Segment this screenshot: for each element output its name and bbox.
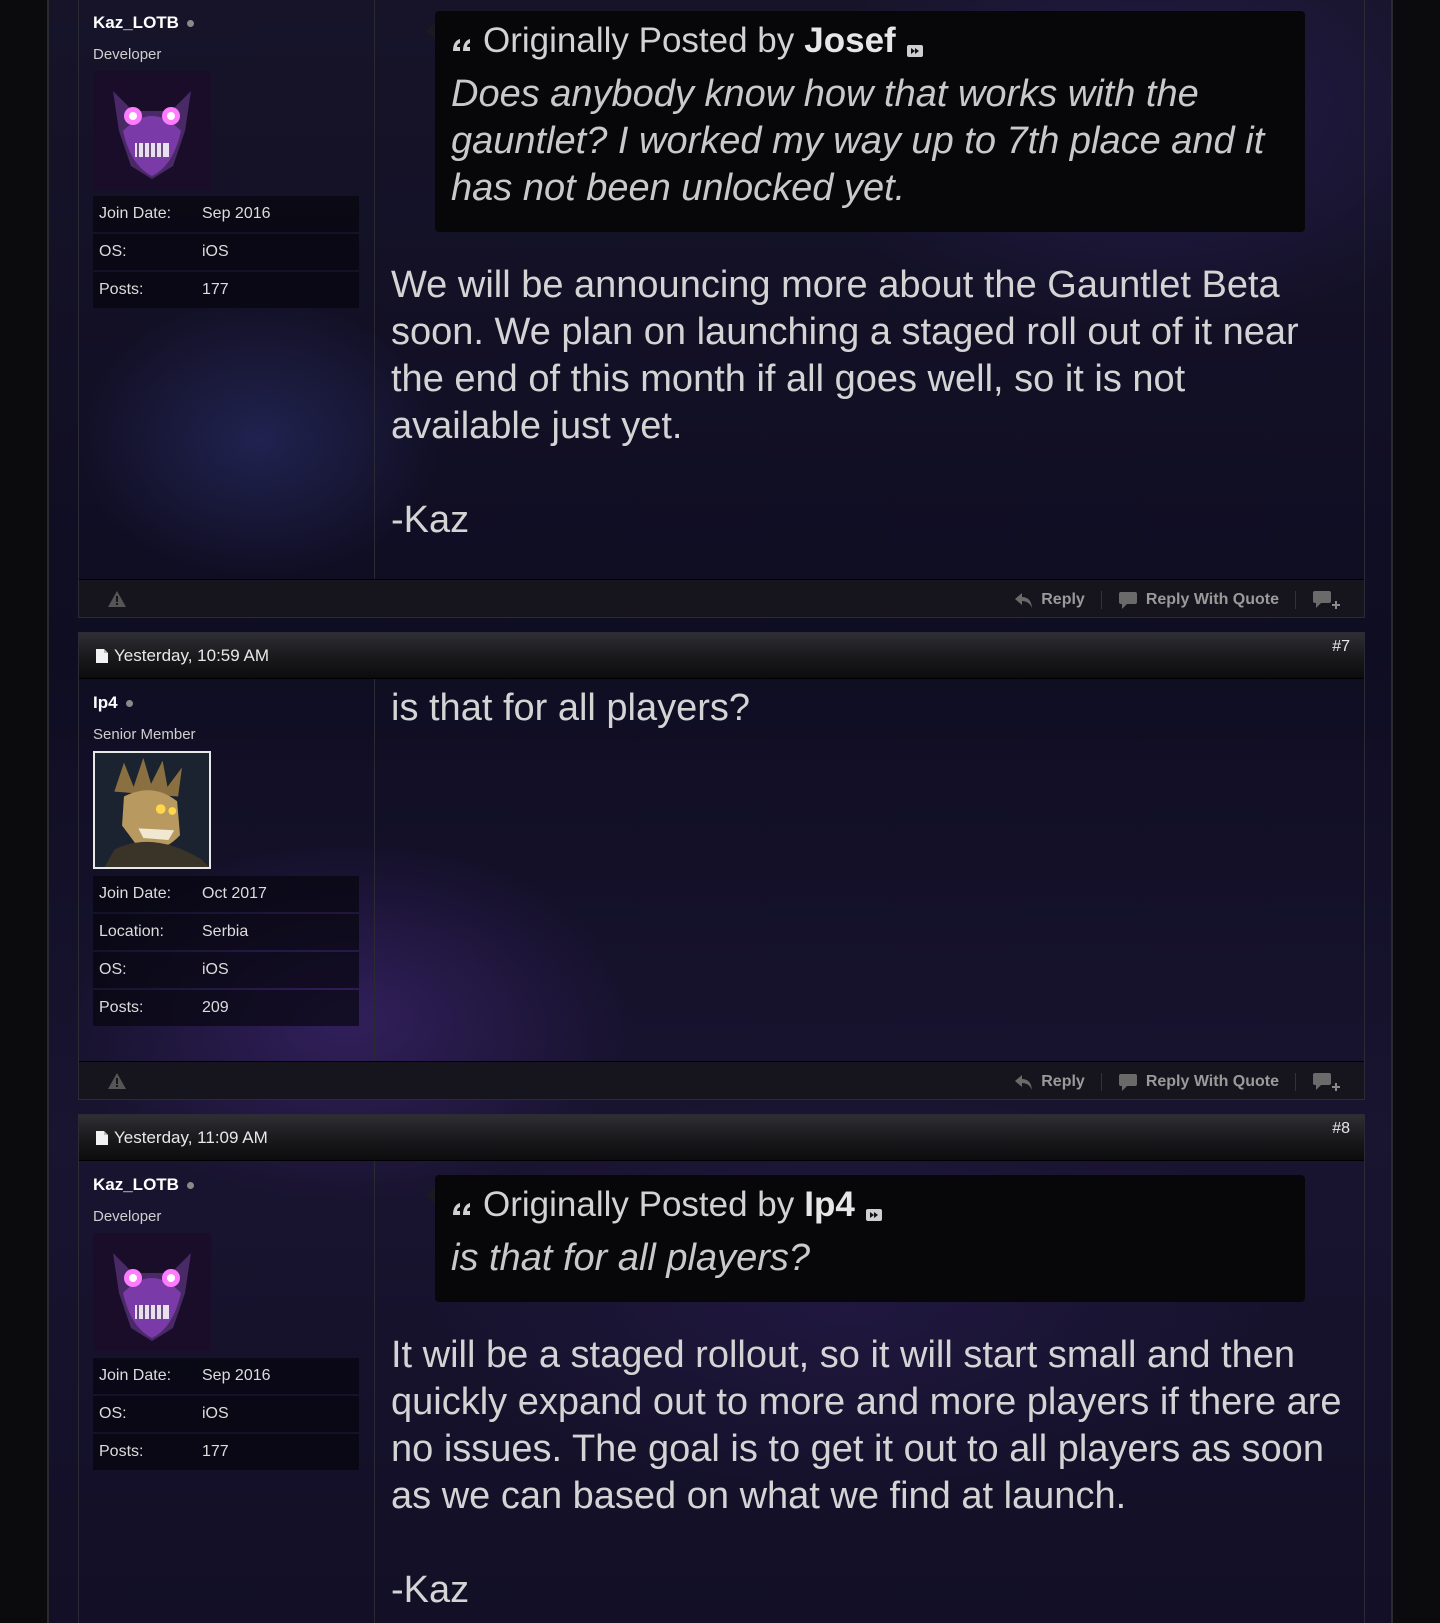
forum-post: Yesterday, 10:59 AM #7 Ip4 Senior Member… bbox=[78, 632, 1365, 1100]
stat-row: OS: iOS bbox=[93, 952, 359, 988]
post-date: Yesterday, 10:59 AM bbox=[95, 646, 269, 666]
user-info-panel: Kaz_LOTB Developer Join Date: Sep 2016 OS… bbox=[79, 0, 375, 579]
multi-quote-icon bbox=[1313, 591, 1340, 609]
post-message: It will be a staged rollout, so it will … bbox=[391, 1334, 1342, 1517]
reply-icon bbox=[1015, 1075, 1033, 1090]
post-footer: Reply Reply With Quote bbox=[79, 1061, 1364, 1099]
online-status-icon bbox=[186, 1181, 194, 1189]
post-header: Yesterday, 11:09 AM #8 bbox=[79, 1115, 1364, 1161]
reply-with-quote-button[interactable]: Reply With Quote bbox=[1102, 590, 1295, 610]
forum-post: Kaz_LOTB Developer Join Date: Sep 2016 OS… bbox=[78, 0, 1365, 618]
reply-button[interactable]: Reply bbox=[997, 1072, 1101, 1092]
reply-icon bbox=[1015, 593, 1033, 608]
post-content: is that for all players? bbox=[375, 679, 1364, 1061]
quote-block: Originally Posted by Josef Does anybody … bbox=[426, 11, 1305, 232]
post-date: Yesterday, 11:09 AM bbox=[95, 1128, 268, 1148]
quote-text: is that for all players? bbox=[451, 1237, 811, 1279]
stat-row: OS: iOS bbox=[93, 234, 359, 270]
document-icon bbox=[96, 1131, 108, 1145]
post-content: Originally Posted by Josef Does anybody … bbox=[375, 0, 1364, 579]
post-message: We will be announcing more about the Gau… bbox=[391, 264, 1299, 447]
stat-row: OS: iOS bbox=[93, 1396, 359, 1432]
stat-row: Posts: 177 bbox=[93, 1434, 359, 1470]
stat-row: Posts: 209 bbox=[93, 990, 359, 1026]
stat-row: Posts: 177 bbox=[93, 272, 359, 308]
post-signoff: -Kaz bbox=[391, 499, 470, 541]
avatar[interactable] bbox=[93, 1233, 211, 1351]
online-status-icon bbox=[125, 699, 133, 707]
reply-button[interactable]: Reply bbox=[997, 590, 1101, 610]
multi-quote-button[interactable] bbox=[1296, 589, 1342, 611]
report-warning-icon[interactable] bbox=[107, 1072, 127, 1090]
post-number-link[interactable]: #7 bbox=[1332, 638, 1350, 656]
multi-quote-button[interactable] bbox=[1296, 1071, 1342, 1093]
quote-icon bbox=[453, 39, 470, 51]
post-content: Originally Posted by Ip4 is that for all… bbox=[375, 1161, 1364, 1623]
user-stats: Join Date: Sep 2016 OS: iOS Posts: 177 bbox=[93, 196, 359, 308]
quote-header: Originally Posted by Ip4 bbox=[451, 1185, 1289, 1225]
reply-label: Reply bbox=[1041, 591, 1085, 608]
post-signoff: -Kaz bbox=[391, 1569, 470, 1611]
quote-author: Josef bbox=[804, 21, 896, 60]
stat-row: Join Date: Oct 2017 bbox=[93, 876, 359, 912]
quote-text: Does anybody know how that works with th… bbox=[451, 73, 1265, 209]
multi-quote-icon bbox=[1313, 1073, 1340, 1091]
document-icon bbox=[96, 649, 108, 663]
report-warning-icon[interactable] bbox=[107, 590, 127, 608]
avatar[interactable] bbox=[93, 71, 211, 189]
reply-label: Reply bbox=[1041, 1073, 1085, 1090]
reply-with-quote-icon bbox=[1118, 1074, 1137, 1091]
post-message: is that for all players? bbox=[391, 687, 751, 729]
reply-with-quote-icon bbox=[1118, 592, 1137, 609]
quote-header: Originally Posted by Josef bbox=[451, 21, 1289, 61]
user-stats: Join Date: Sep 2016 OS: iOS Posts: 177 bbox=[93, 1358, 359, 1470]
username-link[interactable]: Kaz_LOTB bbox=[93, 13, 179, 33]
user-info-panel: Kaz_LOTB Developer Join Date: Sep 2016 OS… bbox=[79, 1161, 375, 1623]
post-number-link[interactable]: #8 bbox=[1332, 1120, 1350, 1138]
quote-icon bbox=[453, 1203, 470, 1215]
user-info-panel: Ip4 Senior Member Join Date: Oct 2017 Loc… bbox=[79, 679, 375, 1061]
reply-with-quote-label: Reply With Quote bbox=[1145, 591, 1279, 608]
post-footer: Reply Reply With Quote bbox=[79, 579, 1364, 617]
view-post-icon[interactable] bbox=[865, 1207, 883, 1223]
username-link[interactable]: Kaz_LOTB bbox=[93, 1175, 179, 1195]
reply-with-quote-label: Reply With Quote bbox=[1145, 1073, 1279, 1090]
post-header: Yesterday, 10:59 AM #7 bbox=[79, 633, 1364, 679]
avatar[interactable] bbox=[93, 751, 211, 869]
quote-prefix: Originally Posted by bbox=[483, 21, 795, 60]
quote-author: Ip4 bbox=[804, 1185, 855, 1224]
reply-with-quote-button[interactable]: Reply With Quote bbox=[1102, 1072, 1295, 1092]
user-title: Senior Member bbox=[93, 726, 196, 743]
online-status-icon bbox=[186, 19, 194, 27]
quote-block: Originally Posted by Ip4 is that for all… bbox=[426, 1175, 1305, 1302]
user-stats: Join Date: Oct 2017 Location: Serbia OS: iO… bbox=[93, 876, 359, 1026]
username-link[interactable]: Ip4 bbox=[93, 693, 118, 713]
view-post-icon[interactable] bbox=[906, 43, 924, 59]
stat-row: Join Date: Sep 2016 bbox=[93, 1358, 359, 1394]
stat-row: Location: Serbia bbox=[93, 914, 359, 950]
quote-prefix: Originally Posted by bbox=[483, 1185, 795, 1224]
user-title: Developer bbox=[93, 1208, 162, 1225]
forum-post: Yesterday, 11:09 AM #8 Kaz_LOTB Develope… bbox=[78, 1114, 1365, 1623]
user-title: Developer bbox=[93, 46, 162, 63]
stat-row: Join Date: Sep 2016 bbox=[93, 196, 359, 232]
